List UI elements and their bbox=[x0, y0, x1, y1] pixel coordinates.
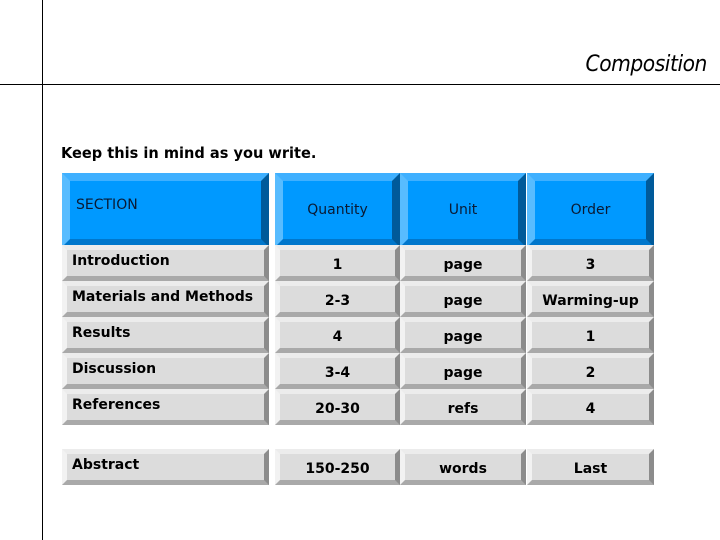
cell-unit: page bbox=[400, 281, 526, 317]
cell-unit: page bbox=[400, 353, 526, 389]
cell-section: Materials and Methods bbox=[62, 281, 269, 317]
cell-text: page bbox=[443, 256, 483, 273]
header-cell-section: SECTION bbox=[62, 173, 269, 247]
cell-quantity: 1 bbox=[275, 245, 400, 281]
cell-text: page bbox=[443, 364, 483, 381]
cell-section: References bbox=[62, 389, 269, 425]
slide-subtitle: Keep this in mind as you write. bbox=[61, 144, 317, 162]
cell-text: words bbox=[439, 460, 487, 477]
cell-text: 2-3 bbox=[324, 292, 351, 309]
cell-unit: refs bbox=[400, 389, 526, 425]
cell-quantity: 2-3 bbox=[275, 281, 400, 317]
cell-order: 3 bbox=[527, 245, 654, 281]
header-label: Unit bbox=[448, 202, 478, 218]
cell-unit: words bbox=[400, 449, 526, 485]
cell-unit: page bbox=[400, 317, 526, 353]
cell-order: 2 bbox=[527, 353, 654, 389]
cell-text: Last bbox=[573, 460, 608, 477]
cell-text: Discussion bbox=[72, 361, 157, 377]
cell-text: 20-30 bbox=[315, 400, 360, 417]
cell-quantity: 3-4 bbox=[275, 353, 400, 389]
cell-text: 150-250 bbox=[305, 460, 370, 477]
header-cell-order: Order bbox=[527, 173, 654, 247]
header-label: SECTION bbox=[76, 197, 138, 213]
cell-text: 2 bbox=[585, 364, 596, 381]
cell-text: 3-4 bbox=[324, 364, 351, 381]
header-label: Order bbox=[570, 202, 611, 218]
vertical-rule bbox=[42, 0, 43, 540]
cell-quantity: 4 bbox=[275, 317, 400, 353]
cell-order: Warming-up bbox=[527, 281, 654, 317]
cell-section: Results bbox=[62, 317, 269, 353]
horizontal-rule bbox=[0, 84, 720, 85]
cell-text: References bbox=[72, 397, 161, 413]
cell-text: 4 bbox=[332, 328, 343, 345]
cell-text: 1 bbox=[332, 256, 343, 273]
cell-text: 3 bbox=[585, 256, 596, 273]
cell-text: Results bbox=[72, 325, 131, 341]
cell-text: Introduction bbox=[72, 253, 170, 269]
cell-text: refs bbox=[447, 400, 479, 417]
slide-title: Composition bbox=[585, 52, 708, 77]
cell-quantity: 20-30 bbox=[275, 389, 400, 425]
cell-quantity: 150-250 bbox=[275, 449, 400, 485]
cell-unit: page bbox=[400, 245, 526, 281]
cell-text: Abstract bbox=[72, 457, 140, 473]
cell-section: Discussion bbox=[62, 353, 269, 389]
cell-order: 1 bbox=[527, 317, 654, 353]
cell-order: Last bbox=[527, 449, 654, 485]
cell-text: page bbox=[443, 292, 483, 309]
cell-text: page bbox=[443, 328, 483, 345]
header-cell-unit: Unit bbox=[400, 173, 526, 247]
cell-text: Warming-up bbox=[542, 292, 639, 309]
header-label: Quantity bbox=[307, 202, 368, 218]
header-cell-quantity: Quantity bbox=[275, 173, 400, 247]
cell-text: Materials and Methods bbox=[72, 289, 254, 305]
cell-section: Abstract bbox=[62, 449, 269, 485]
cell-order: 4 bbox=[527, 389, 654, 425]
cell-text: 4 bbox=[585, 400, 596, 417]
cell-text: 1 bbox=[585, 328, 596, 345]
cell-section: Introduction bbox=[62, 245, 269, 281]
